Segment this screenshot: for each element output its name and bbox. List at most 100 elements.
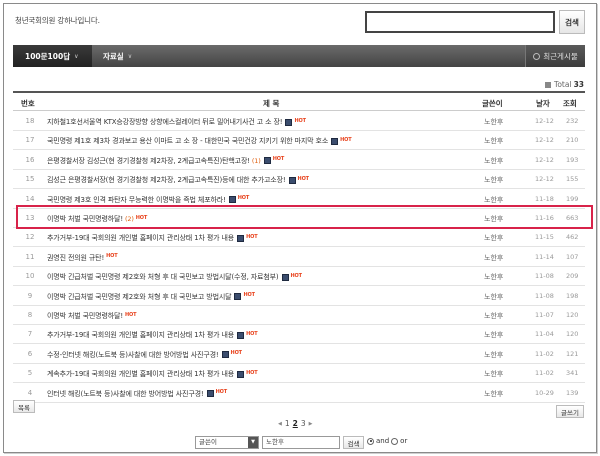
col-author: 글쓴이 (482, 99, 503, 108)
write-button[interactable]: 글쓰기 (556, 405, 584, 418)
recent-posts-button[interactable]: 최근게시물 (525, 45, 585, 67)
row-views: 121 (566, 349, 579, 358)
keyword-search-button[interactable]: 검색 (343, 436, 364, 449)
table-row: 10 이명박 긴급처벌 국민명령 제2호와 처형 후 대 국민보고 방법시달(수정… (13, 267, 585, 287)
row-views: 155 (566, 175, 579, 184)
post-title-text: 김성근 은평경찰서장(현 경기경찰청 제2차장, 2계급고속특진)등에 대한 추… (47, 176, 286, 185)
row-views: 107 (566, 252, 579, 261)
row-date: 11-15 (535, 233, 554, 242)
dropdown-arrow-icon: ▼ (248, 437, 258, 448)
search-field-select[interactable]: 글쓴이 ▼ (195, 436, 259, 449)
row-author[interactable]: 노한후 (484, 253, 503, 263)
post-title-link[interactable]: 수정-인터넷 해킹(노트북 등)사찰에 대한 방어방법 사진구경! HOT (47, 350, 242, 360)
attachment-icon (234, 293, 242, 301)
row-views: 139 (566, 388, 579, 397)
attachment-icon (237, 234, 245, 242)
table-row: 7 추가거부-19대 국회의원 개인별 홈페이지 관리상태 1차 평가 내용 HOT… (13, 325, 585, 345)
recent-posts-label: 최근게시물 (543, 51, 578, 61)
post-title-link[interactable]: 이명박 긴급처벌 국민명령 제2호와 처형 후 대 국민보고 방법시달 HOT (47, 292, 255, 302)
post-title-link[interactable]: 계속추가-19대 국회의원 개인별 홈페이지 관리상태 1차 평가 내용 HOT (47, 369, 258, 379)
next-page-icon[interactable]: ▶ (309, 421, 313, 427)
page-links: 123 (285, 419, 306, 428)
row-views: 210 (566, 136, 579, 145)
tab-archive[interactable]: 자료실 ∨ (103, 45, 132, 67)
row-date: 12-12 (535, 117, 554, 125)
row-author[interactable]: 노한후 (484, 292, 503, 302)
hot-badge-icon: HOT (243, 292, 255, 299)
post-title-text: 은평경찰서장 김성근(현 경기경찰청 제2차장, 2계급고속특진)탄핵고장! (47, 156, 250, 165)
table-row: 16 은평경찰서장 김성근(현 경기경찰청 제2차장, 2계급고속특진)탄핵고장!… (13, 151, 585, 170)
table-row: 12 추가거부-19대 국회의원 개인별 홈페이지 관리상태 1차 평가 내용 HO… (13, 228, 585, 248)
row-date: 11-02 (535, 349, 554, 358)
row-author[interactable]: 노한후 (484, 156, 503, 166)
row-author[interactable]: 노한후 (484, 330, 503, 340)
pagination: ◀ 123 ▶ (278, 419, 313, 428)
attachment-icon (285, 118, 293, 126)
post-title-link[interactable]: 국민명령 제3호 인격 파탄자 무능력한 이명박을 즉법 체포하라! HOT (47, 195, 249, 205)
post-title-link[interactable]: 추가거부-19대 국회의원 개인별 홈페이지 관리상태 1차 평가 내용 HOT (47, 233, 258, 243)
row-author[interactable]: 노한후 (484, 233, 503, 243)
row-views: 120 (566, 330, 579, 339)
hot-badge-icon: HOT (230, 350, 243, 357)
hot-badge-icon: HOT (340, 136, 352, 143)
list-button[interactable]: 목록 (13, 400, 35, 413)
row-date: 11-14 (535, 252, 554, 261)
post-title-text: 추가거부-19대 국회의원 개인별 홈페이지 관리상태 1차 평가 내용 (47, 234, 235, 243)
row-number: 8 (27, 311, 33, 319)
post-title-link[interactable]: 인터넷 해킹(노트북 등)사찰에 대한 방어방법 사진구경! HOT (47, 389, 227, 399)
attachment-icon (237, 331, 245, 339)
post-title-link[interactable]: 추가거부-19대 국회의원 개인별 홈페이지 관리상태 1차 평가 내용 HOT (47, 330, 258, 340)
hot-badge-icon: HOT (294, 117, 306, 124)
post-title-text: 국민명령 제1호 제3차 경과보고 용산 이마트 고 소 장 - 대한민국 국민… (47, 137, 329, 146)
post-title-link[interactable]: 이명박 처벌 국민명령하달! HOT (47, 311, 137, 321)
row-number: 15 (25, 175, 35, 184)
keyword-input[interactable]: 노한후 (262, 436, 340, 449)
row-number: 5 (27, 369, 33, 378)
square-bullet-icon (545, 81, 552, 88)
comment-count: (1) (251, 156, 261, 165)
greeting-text: 청년국회의원 강하나입니다. (15, 16, 100, 25)
and-radio[interactable] (367, 437, 374, 445)
row-date: 11-08 (535, 291, 554, 300)
post-title-link[interactable]: 김성근 은평경찰서장(현 경기경찰청 제2차장, 2계급고속특진)등에 대한 추… (47, 175, 309, 185)
tab-archive-label: 자료실 (103, 51, 124, 61)
row-author[interactable]: 노한후 (484, 369, 503, 379)
row-author[interactable]: 노한후 (484, 389, 503, 399)
row-author[interactable]: 노한후 (484, 272, 503, 282)
post-title-link[interactable]: 권영진 전의원 규탄! HOT (47, 253, 118, 263)
row-author[interactable]: 노한후 (484, 136, 503, 146)
page-link[interactable]: 2 (293, 419, 298, 428)
post-title-link[interactable]: 국민명령 제1호 제3차 경과보고 용산 이마트 고 소 장 - 대한민국 국민… (47, 136, 352, 146)
row-author[interactable]: 노한후 (484, 311, 503, 321)
search-button[interactable]: 검색 (559, 10, 585, 34)
table-row: 18 지하철1호선서울역 KTX승강장방향 상향에스컬레이터 뒤로 밀어내기사건 … (13, 112, 585, 131)
attachment-icon (263, 157, 271, 165)
search-field-value: 글쓴이 (199, 438, 217, 446)
or-radio[interactable] (391, 437, 399, 445)
post-title-link[interactable]: 이명박 긴급처벌 국민명령 제2호와 처형 후 대 국민보고 방법시달(수정, … (47, 272, 302, 282)
row-number: 7 (27, 330, 33, 339)
row-date: 10-29 (535, 388, 554, 397)
row-date: 11-08 (535, 272, 554, 281)
tab-100qa[interactable]: 100문100답 ∨ (13, 45, 92, 67)
row-views: 232 (566, 117, 579, 125)
and-label: and (376, 437, 390, 445)
row-author[interactable]: 노한후 (484, 195, 503, 205)
row-number: 9 (27, 291, 33, 300)
post-title-link[interactable]: 지하철1호선서울역 KTX승강장방향 상향에스컬레이터 뒤로 밀어내기사건 고 … (47, 117, 306, 127)
table-row: 8 이명박 처벌 국민명령하달! HOT 노한후 11-07 120 (13, 306, 585, 325)
row-number: 4 (27, 388, 33, 397)
row-author[interactable]: 노한후 (484, 175, 503, 185)
row-author[interactable]: 노한후 (484, 350, 503, 360)
post-title-text: 이명박 긴급처벌 국민명령 제2호와 처형 후 대 국민보고 방법시달 (47, 292, 232, 301)
total-number: 33 (573, 80, 584, 89)
search-input[interactable] (365, 11, 555, 33)
row-author[interactable]: 노한후 (484, 117, 503, 127)
page-link[interactable]: 1 (285, 419, 290, 428)
post-title-link[interactable]: 은평경찰서장 김성근(현 경기경찰청 제2차장, 2계급고속특진)탄핵고장! (1… (47, 156, 284, 166)
row-number: 14 (25, 194, 35, 203)
prev-page-icon[interactable]: ◀ (278, 421, 282, 427)
row-number: 17 (25, 136, 35, 145)
attachment-icon (221, 351, 229, 359)
page-link[interactable]: 3 (301, 419, 306, 428)
